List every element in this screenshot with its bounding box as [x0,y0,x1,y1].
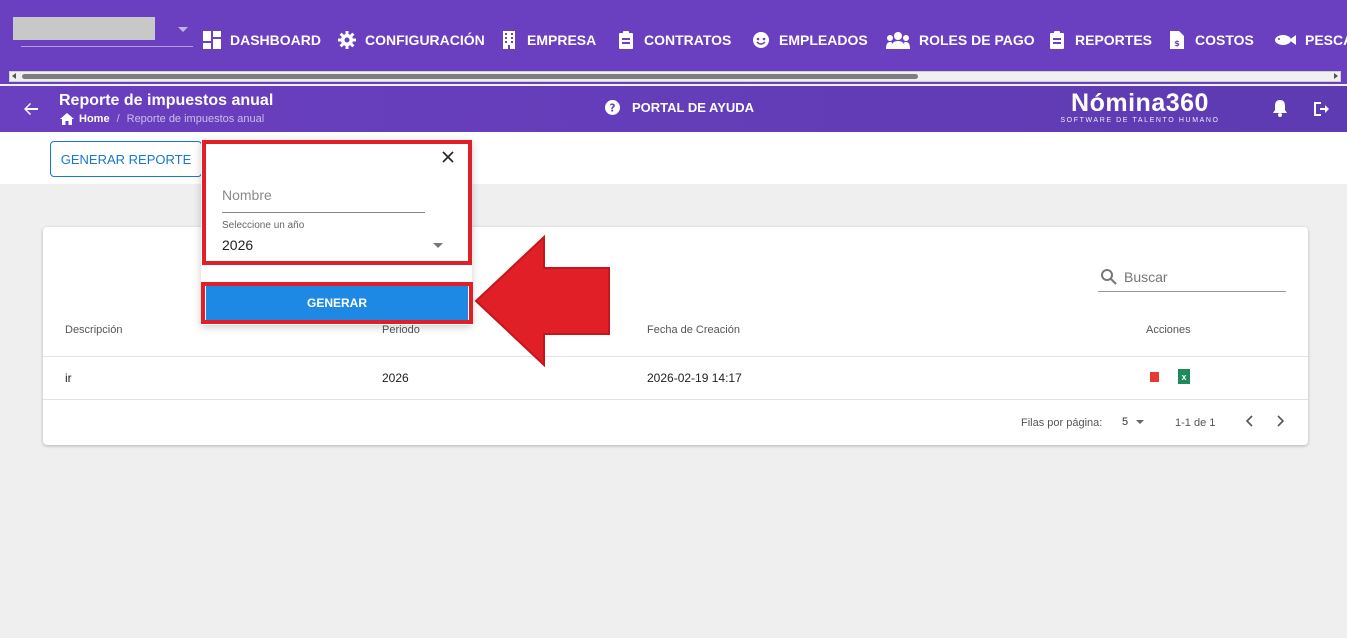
company-selector-underline [21,46,193,47]
nav-item-label: CONFIGURACIÓN [365,32,485,48]
annotation-highlight-box [202,140,472,265]
arrow-back-icon[interactable] [22,100,40,118]
logo-tagline: SOFTWARE DE TALENTO HUMANO [1060,117,1220,124]
header-divider [43,356,1308,357]
generate-report-button[interactable]: GENERAR REPORTE [50,141,202,177]
row-divider [43,399,1308,400]
breadcrumb-separator: / [116,113,120,125]
page-title: Reporte de impuestos anual [59,92,274,109]
cell-fecha: 2026-02-19 14:17 [647,371,742,385]
nav-item-dashboard[interactable]: DASHBOARD [203,29,321,51]
svg-text:?: ? [610,102,616,114]
column-header-fecha[interactable]: Fecha de Creación [647,324,740,336]
scroll-left-icon[interactable] [12,73,16,79]
nav-item-label: DASHBOARD [230,32,321,48]
rows-per-page-label: Filas por página: [1021,417,1103,429]
nav-item-label: ROLES DE PAGO [919,32,1035,48]
search-field[interactable] [1098,263,1286,292]
nav-item-label: EMPRESA [527,32,597,48]
nav-item-empresa[interactable]: EMPRESA [500,29,596,51]
generate-button[interactable]: GENERAR [206,286,468,320]
delete-icon[interactable] [1150,372,1159,382]
help-icon: ? [605,100,620,115]
nav-item-label: CONTRATOS [644,32,732,48]
building-icon [503,31,515,49]
cell-periodo: 2026 [382,371,409,385]
nav-item-costos[interactable]: $ COSTOS [1168,29,1254,51]
scrollbar-thumb[interactable] [22,74,918,79]
annotation-arrow-icon [474,235,610,367]
rows-per-page-value: 5 [1122,416,1129,428]
gear-icon [338,31,356,49]
help-portal-link[interactable]: ? PORTAL DE AYUDA [605,100,754,115]
column-header-acciones: Acciones [1146,324,1191,336]
brand-logo: Nómina360 SOFTWARE DE TALENTO HUMANO [1058,88,1222,124]
nav-item-pesca[interactable]: PESCA [1274,29,1347,51]
chevron-down-icon[interactable] [178,27,188,32]
column-header-periodo[interactable]: Periodo [382,324,420,336]
breadcrumb-current: Reporte de impuestos anual [126,113,265,125]
logo-wordmark: Nómina360 [1071,89,1209,117]
nav-item-empleados[interactable]: EMPLEADOS [752,29,868,51]
face-icon [753,32,769,48]
pagination-range: 1-1 de 1 [1175,417,1216,429]
group-icon [886,32,910,49]
bell-icon[interactable] [1271,99,1289,117]
help-portal-label: PORTAL DE AYUDA [632,100,755,115]
nav-item-label: EMPLEADOS [779,32,868,48]
search-input[interactable] [1124,269,1274,285]
nav-item-label: PESCA [1305,32,1347,48]
report-icon [1050,31,1064,49]
nav-item-contratos[interactable]: CONTRATOS [617,29,731,51]
company-selector[interactable] [13,17,155,40]
cell-descripcion: ir [65,371,72,385]
clipboard-icon [619,31,633,49]
search-icon [1101,269,1117,285]
nav-item-reportes[interactable]: REPORTES [1048,29,1152,51]
column-header-descripcion[interactable]: Descripción [65,324,122,336]
chevron-down-icon [1136,420,1145,424]
logout-icon[interactable] [1312,100,1330,118]
svg-text:$: $ [1174,39,1180,48]
excel-download-icon[interactable]: x [1178,369,1190,384]
file-dollar-icon: $ [1170,31,1184,49]
home-icon [60,113,74,125]
chevron-right-icon[interactable] [1273,414,1287,428]
nav-item-label: REPORTES [1075,32,1153,48]
chevron-left-icon[interactable] [1243,414,1257,428]
nav-item-label: COSTOS [1195,32,1254,48]
fish-icon [1275,35,1296,45]
breadcrumb-home[interactable]: Home [79,113,110,125]
nav-item-roles-de-pago[interactable]: ROLES DE PAGO [886,29,1035,51]
dashboard-icon [203,31,221,49]
breadcrumb: Home / Reporte de impuestos anual [60,113,264,125]
nav-item-configuracion[interactable]: CONFIGURACIÓN [338,29,485,51]
rows-per-page-select[interactable]: 5 [1122,416,1145,428]
scroll-right-icon[interactable] [1334,73,1338,79]
horizontal-scrollbar[interactable] [9,71,1341,82]
